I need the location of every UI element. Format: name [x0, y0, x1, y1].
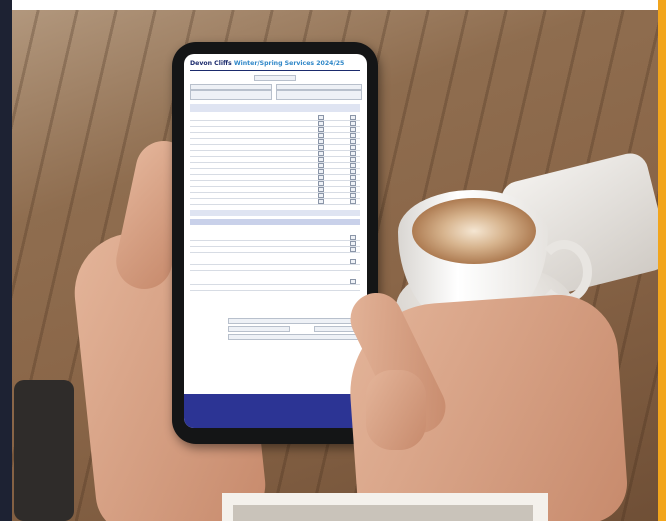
- form-field: [228, 326, 290, 332]
- section-band: [190, 104, 360, 112]
- top-white-edge: [0, 0, 666, 10]
- form-title-rest: Winter/Spring Services 2024/25: [233, 60, 345, 67]
- table-row: [190, 264, 360, 271]
- form-field: [228, 318, 360, 324]
- photo-scene: Devon Cliffs Winter/Spring Services 2024…: [0, 0, 666, 521]
- right-knuckles: [366, 370, 426, 450]
- phone-screen: Devon Cliffs Winter/Spring Services 2024…: [184, 54, 367, 428]
- orange-edge-strip: [658, 0, 666, 521]
- form-field: [254, 75, 296, 81]
- title-rule: [190, 70, 360, 71]
- table-row: [190, 284, 360, 291]
- section-band: [190, 219, 360, 225]
- table-row: [190, 198, 360, 205]
- form-field: [276, 90, 362, 100]
- form-title: Devon Cliffs Winter/Spring Services 2024…: [190, 60, 360, 67]
- table-row: [190, 246, 360, 253]
- form-field: [190, 90, 272, 100]
- section-band: [190, 210, 360, 216]
- latte-foam: [412, 198, 536, 264]
- left-dark-band: [0, 0, 12, 521]
- form-title-brand: Devon Cliffs: [190, 60, 232, 67]
- form-footer-bar: [184, 394, 367, 428]
- bottom-card-image: [233, 505, 533, 521]
- sleeve: [14, 380, 74, 521]
- form-field: [228, 334, 360, 340]
